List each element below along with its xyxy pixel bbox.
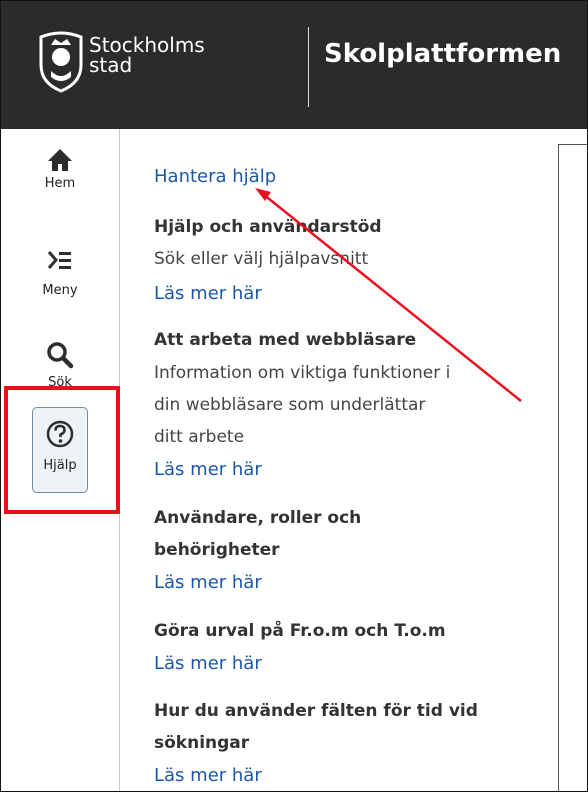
section-description: Information om viktiga funktioner i (154, 363, 451, 383)
section-title: Hur du använder fälten för tid vid (154, 701, 478, 721)
section-title-cont: behörigheter (154, 540, 280, 560)
header-divider (308, 27, 309, 107)
read-more-link[interactable]: Läs mer här (154, 283, 262, 304)
stockholm-crest-logo (39, 31, 83, 93)
section-title: Användare, roller och (154, 508, 362, 528)
read-more-link[interactable]: Läs mer här (154, 653, 262, 674)
sidebar-item-home[interactable]: Hem (1, 147, 119, 191)
header-bar: Stockholms stad Skolplattformen (1, 1, 587, 129)
section-title: Hjälp och användarstöd (154, 217, 382, 237)
section-description: Sök eller välj hjälpavsnitt (154, 249, 369, 269)
adjacent-panel (558, 144, 587, 791)
manage-help-link[interactable]: Hantera hjälp (154, 166, 276, 187)
logo-line-2: stad (89, 53, 133, 77)
logo-text: Stockholms stad (89, 35, 205, 75)
home-icon (48, 149, 72, 171)
logo-line-1: Stockholms (89, 33, 205, 57)
highlight-box (4, 386, 120, 514)
read-more-link[interactable]: Läs mer här (154, 572, 262, 593)
sidebar-item-label: Hem (44, 176, 76, 191)
sidebar-item-label: Meny (42, 283, 78, 298)
section-title: Göra urval på Fr.o.m och T.o.m (154, 621, 446, 641)
section-description: din webbläsare som underlättar (154, 395, 426, 415)
sidebar-item-search[interactable]: Sök (1, 341, 119, 390)
section-title: Att arbeta med webbläsare (154, 330, 417, 350)
search-icon (47, 342, 74, 369)
app-title: Skolplattformen (324, 39, 562, 69)
read-more-link[interactable]: Läs mer här (154, 765, 262, 786)
sidebar-item-menu[interactable]: Meny (1, 249, 119, 298)
app-window: Stockholms stad Skolplattformen Hem Meny (0, 0, 588, 792)
menu-icon (47, 251, 71, 269)
read-more-link[interactable]: Läs mer här (154, 459, 262, 480)
section-title-cont: sökningar (154, 733, 250, 753)
section-description: ditt arbete (154, 427, 245, 447)
